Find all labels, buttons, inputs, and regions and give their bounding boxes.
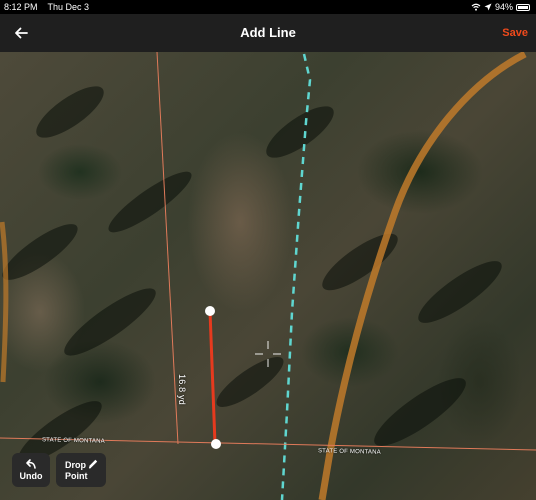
battery-icon — [516, 3, 530, 11]
map-view[interactable]: 16.8 yd STATE OF MONTANA STATE OF MONTAN… — [0, 52, 536, 500]
back-button[interactable] — [8, 19, 36, 47]
line-end-point[interactable] — [211, 439, 221, 449]
battery-percent: 94% — [494, 2, 513, 12]
pencil-icon — [88, 459, 98, 469]
status-date: Thu Dec 3 — [47, 2, 90, 12]
measurement-label: 16.8 yd — [177, 374, 187, 405]
drop-point-label-line2: Point — [65, 471, 88, 481]
page-title: Add Line — [240, 25, 296, 40]
undo-button[interactable]: Undo — [12, 453, 50, 487]
drawn-line — [208, 310, 217, 445]
drop-point-button[interactable]: Drop Point — [56, 453, 106, 487]
save-button[interactable]: Save — [502, 14, 528, 52]
arrow-left-icon — [15, 27, 28, 39]
road-left-edge — [0, 221, 9, 383]
status-left: 8:12 PM Thu Dec 3 — [4, 0, 99, 14]
nav-bar: Add Line Save — [0, 14, 536, 52]
status-time: 8:12 PM — [4, 2, 38, 12]
undo-arrow-icon — [26, 459, 36, 469]
status-right: 94% — [471, 0, 530, 14]
status-bar: 8:12 PM Thu Dec 3 94% — [0, 0, 536, 14]
boundary-line-vertical — [156, 52, 179, 445]
location-arrow-icon — [484, 3, 492, 11]
wifi-icon — [471, 3, 481, 11]
line-start-point[interactable] — [205, 306, 215, 316]
map-overlay — [0, 52, 536, 500]
undo-label: Undo — [19, 471, 43, 481]
